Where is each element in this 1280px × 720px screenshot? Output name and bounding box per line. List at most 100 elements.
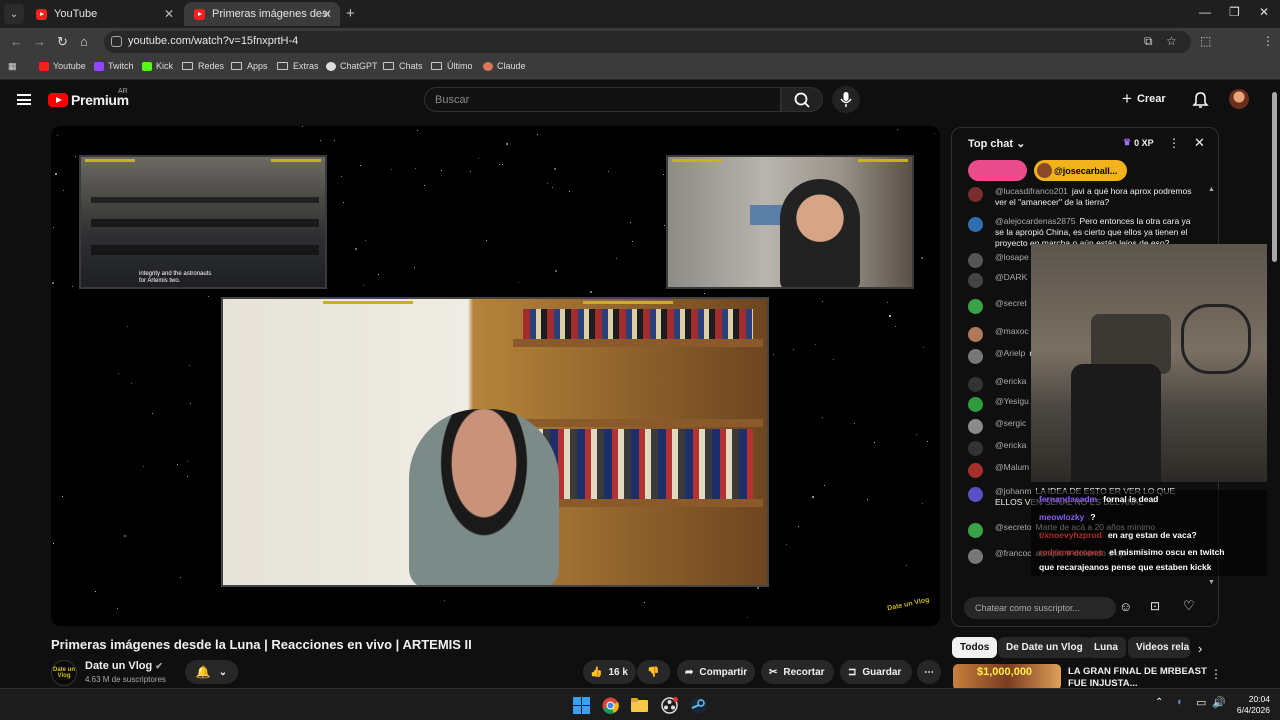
chat-username[interactable]: @francoc	[995, 548, 1032, 558]
chat-mode-dropdown[interactable]: Top chat ⌄	[968, 137, 1025, 150]
chat-input[interactable]: Chatear como suscriptor...	[964, 597, 1116, 619]
save-button[interactable]: ⊐ Guardar	[840, 660, 912, 684]
bookmark-redes[interactable]: Redes	[182, 61, 224, 71]
minimize-button[interactable]: —	[1199, 5, 1211, 19]
chat-user-avatar[interactable]	[968, 463, 983, 478]
share-button[interactable]: ➦ Compartir	[677, 660, 755, 684]
close-chat-icon[interactable]: ✕	[1194, 135, 1205, 151]
page-scrollbar[interactable]	[1272, 92, 1277, 262]
chat-user-avatar[interactable]	[968, 253, 983, 268]
subscribed-notifications-button[interactable]: 🔔 ⌄	[185, 660, 238, 684]
extensions-icon[interactable]: ⬚	[1200, 34, 1211, 48]
search-input[interactable]: Buscar	[424, 87, 781, 112]
clip-button[interactable]: ✂ Recortar	[761, 660, 834, 684]
back-icon[interactable]: ←	[10, 34, 23, 49]
tab-primeras-imagenes[interactable]: Primeras imágenes desde la Lu ✕	[184, 2, 340, 26]
chat-menu-kebab-icon[interactable]: ⋮	[1168, 136, 1180, 150]
bookmark-kick[interactable]: Kick	[142, 61, 173, 71]
bookmark-twitch[interactable]: Twitch	[94, 61, 134, 71]
xp-badge[interactable]: ♛ 0 XP	[1123, 137, 1154, 148]
recommendation-thumbnail[interactable]: $1,000,000	[953, 664, 1061, 690]
recommendation-title[interactable]: LA GRAN FINAL DE MRBEAST FUE INJUSTA...	[1068, 666, 1208, 690]
account-avatar[interactable]	[1229, 89, 1249, 109]
chat-user-avatar[interactable]	[968, 187, 983, 202]
tab-youtube[interactable]: YouTube ✕	[26, 2, 182, 26]
tab-search-button[interactable]: ⌄	[4, 4, 24, 24]
chat-user-avatar[interactable]	[968, 397, 983, 412]
like-button[interactable]: 👍 16 k	[583, 660, 636, 684]
menu-kebab-icon[interactable]: ⋮	[1262, 34, 1274, 48]
video-player[interactable]: integrity and the astronauts for Artemis…	[51, 126, 940, 626]
chrome-icon[interactable]	[602, 697, 619, 714]
chat-user-avatar[interactable]	[968, 273, 983, 288]
filter-todos[interactable]: Todos	[952, 637, 998, 658]
chat-username[interactable]: @ericka	[995, 440, 1026, 450]
bookmark-claude[interactable]: Claude	[483, 61, 526, 71]
file-explorer-icon[interactable]	[631, 697, 648, 714]
chat-username[interactable]: @losape	[995, 252, 1029, 262]
channel-name[interactable]: Date un Vlog ✔	[85, 660, 163, 672]
bookmark-youtube[interactable]: Youtube	[39, 61, 86, 71]
system-tray-expand-icon[interactable]: ⌃	[1155, 697, 1163, 708]
steam-icon[interactable]	[690, 697, 707, 714]
filter-luna[interactable]: Luna	[1086, 637, 1126, 658]
chat-user-avatar[interactable]	[968, 549, 983, 564]
chat-scroll-down-icon[interactable]: ▼	[1208, 579, 1215, 586]
close-tab-icon[interactable]: ✕	[322, 7, 332, 21]
chat-user-avatar[interactable]	[968, 299, 983, 314]
chat-username[interactable]: @secreto	[995, 522, 1032, 532]
chat-username[interactable]: @sergic	[995, 418, 1026, 428]
close-tab-icon[interactable]: ✕	[164, 7, 174, 21]
search-button[interactable]	[781, 87, 823, 112]
chat-username[interactable]: @lucasdifranco201	[995, 186, 1068, 196]
heart-icon[interactable]: ♡	[1183, 598, 1195, 614]
bookmark-chats[interactable]: Chats	[383, 61, 423, 71]
chat-username[interactable]: @Malum	[995, 462, 1029, 472]
tray-app-icon[interactable]: ◐	[1177, 696, 1184, 708]
notifications-bell-icon[interactable]	[1192, 90, 1209, 108]
bookmark-ultimo[interactable]: Último	[431, 61, 473, 71]
system-clock[interactable]: 20:04 6/4/2026	[1237, 694, 1270, 716]
address-bar[interactable]: youtube.com/watch?v=15fnxprtH-4	[104, 31, 1191, 53]
site-info-icon[interactable]	[111, 36, 122, 47]
create-button[interactable]: + Crear	[1122, 87, 1180, 111]
network-icon[interactable]: ▭	[1196, 696, 1206, 709]
pinned-emotes-chip[interactable]	[968, 160, 1027, 181]
windows-start-icon[interactable]	[573, 697, 590, 714]
chat-username[interactable]: @DARK	[995, 272, 1027, 282]
chat-username[interactable]: @Yesigu	[995, 396, 1029, 406]
more-actions-button[interactable]: ⋯	[917, 660, 941, 684]
chat-username[interactable]: @johanm	[995, 486, 1032, 496]
youtube-premium-logo[interactable]: Premium AR	[48, 88, 129, 108]
dislike-button[interactable]: 👎	[637, 660, 670, 684]
chat-user-avatar[interactable]	[968, 441, 983, 456]
reload-icon[interactable]: ↻	[57, 34, 68, 50]
chevron-right-icon[interactable]: ›	[1198, 641, 1202, 656]
chat-username[interactable]: @alejocardenas2875	[995, 216, 1075, 226]
bookmark-star-icon[interactable]: ☆	[1166, 34, 1177, 48]
home-icon[interactable]: ⌂	[80, 34, 88, 49]
cast-icon[interactable]: ⧉	[1144, 34, 1153, 49]
chat-user-avatar[interactable]	[968, 419, 983, 434]
gifted-member-chip[interactable]: @josecarball...	[1034, 160, 1127, 181]
recommendation-menu-icon[interactable]: ⋮	[1210, 667, 1222, 681]
obs-studio-icon[interactable]	[661, 697, 678, 714]
chat-username[interactable]: @secret	[995, 298, 1027, 308]
chat-username[interactable]: @ericka	[995, 376, 1026, 386]
apps-grid-icon[interactable]: ▦	[8, 61, 17, 72]
hamburger-menu-icon[interactable]	[17, 94, 31, 105]
bookmark-extras[interactable]: Extras	[277, 61, 319, 71]
close-window-button[interactable]: ✕	[1259, 5, 1269, 19]
chat-username[interactable]: @Arielp	[995, 348, 1025, 358]
filter-videos-relacionados[interactable]: Videos rela	[1128, 637, 1190, 658]
super-chat-icon[interactable]: ⊡	[1150, 599, 1160, 613]
emoji-icon[interactable]: ☺	[1119, 599, 1132, 614]
chat-user-avatar[interactable]	[968, 523, 983, 538]
chat-scroll-up-icon[interactable]: ▲	[1208, 186, 1215, 193]
forward-icon[interactable]: →	[33, 34, 46, 49]
channel-avatar[interactable]: Date un Vlog	[51, 660, 77, 686]
chat-user-avatar[interactable]	[968, 377, 983, 392]
voice-search-button[interactable]	[832, 86, 860, 113]
bookmark-apps[interactable]: Apps	[231, 61, 268, 71]
new-tab-button[interactable]: +	[346, 5, 355, 22]
